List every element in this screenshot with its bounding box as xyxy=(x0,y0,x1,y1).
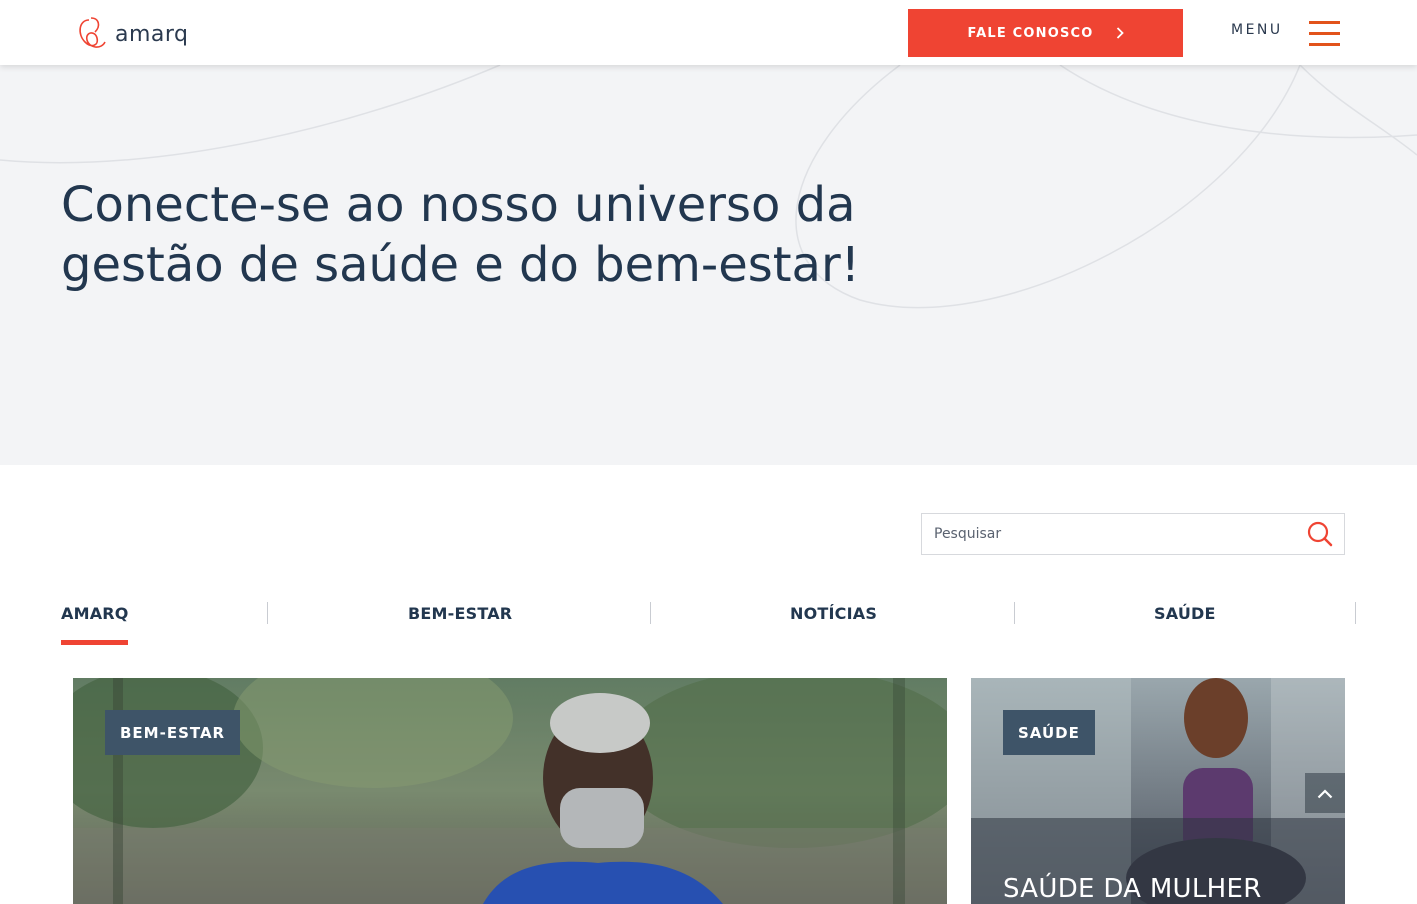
hero-title: Conecte-se ao nosso universo da gestão d… xyxy=(61,177,860,293)
logo-icon xyxy=(79,17,106,48)
tab-divider xyxy=(650,602,651,624)
chevron-right-icon xyxy=(1116,24,1124,43)
tab-label: SAÚDE xyxy=(1154,604,1216,623)
logo-text: amarq xyxy=(115,21,189,47)
menu-label[interactable]: MENU xyxy=(1231,22,1283,38)
article-title[interactable]: SAÚDE DA MULHER xyxy=(1003,874,1262,904)
tab-noticias[interactable]: NOTÍCIAS xyxy=(751,596,951,646)
search-input[interactable] xyxy=(922,514,1292,554)
site-header: amarq FALE CONOSCO MENU xyxy=(0,0,1417,65)
category-tabs: AMARQ BEM-ESTAR NOTÍCIAS SAÚDE xyxy=(61,596,1357,646)
tab-amarq[interactable]: AMARQ xyxy=(61,596,211,646)
category-badge[interactable]: SAÚDE xyxy=(1003,710,1095,755)
tab-label: NOTÍCIAS xyxy=(790,604,878,623)
tab-divider xyxy=(267,602,268,624)
tab-label: BEM-ESTAR xyxy=(408,604,513,623)
hamburger-icon[interactable] xyxy=(1309,21,1340,47)
category-badge[interactable]: BEM-ESTAR xyxy=(105,710,241,755)
hero-section: Conecte-se ao nosso universo da gestão d… xyxy=(0,65,1417,465)
search-box xyxy=(921,513,1345,555)
tab-saude[interactable]: SAÚDE xyxy=(1121,596,1321,646)
article-card[interactable]: SAÚDE SAÚDE DA MULHER xyxy=(971,678,1345,904)
article-card-featured[interactable]: BEM-ESTAR xyxy=(73,678,947,904)
tab-divider xyxy=(1355,602,1356,624)
tab-divider xyxy=(1014,602,1015,624)
chevron-up-icon xyxy=(1317,784,1333,803)
contact-button-label: FALE CONOSCO xyxy=(967,25,1094,41)
search-icon[interactable] xyxy=(1306,520,1334,548)
contact-button[interactable]: FALE CONOSCO xyxy=(908,9,1183,57)
active-tab-indicator xyxy=(61,640,128,645)
back-to-top-button[interactable] xyxy=(1305,773,1345,813)
logo[interactable]: amarq xyxy=(75,14,189,54)
tab-bem-estar[interactable]: BEM-ESTAR xyxy=(361,596,561,646)
tab-label: AMARQ xyxy=(61,604,129,623)
